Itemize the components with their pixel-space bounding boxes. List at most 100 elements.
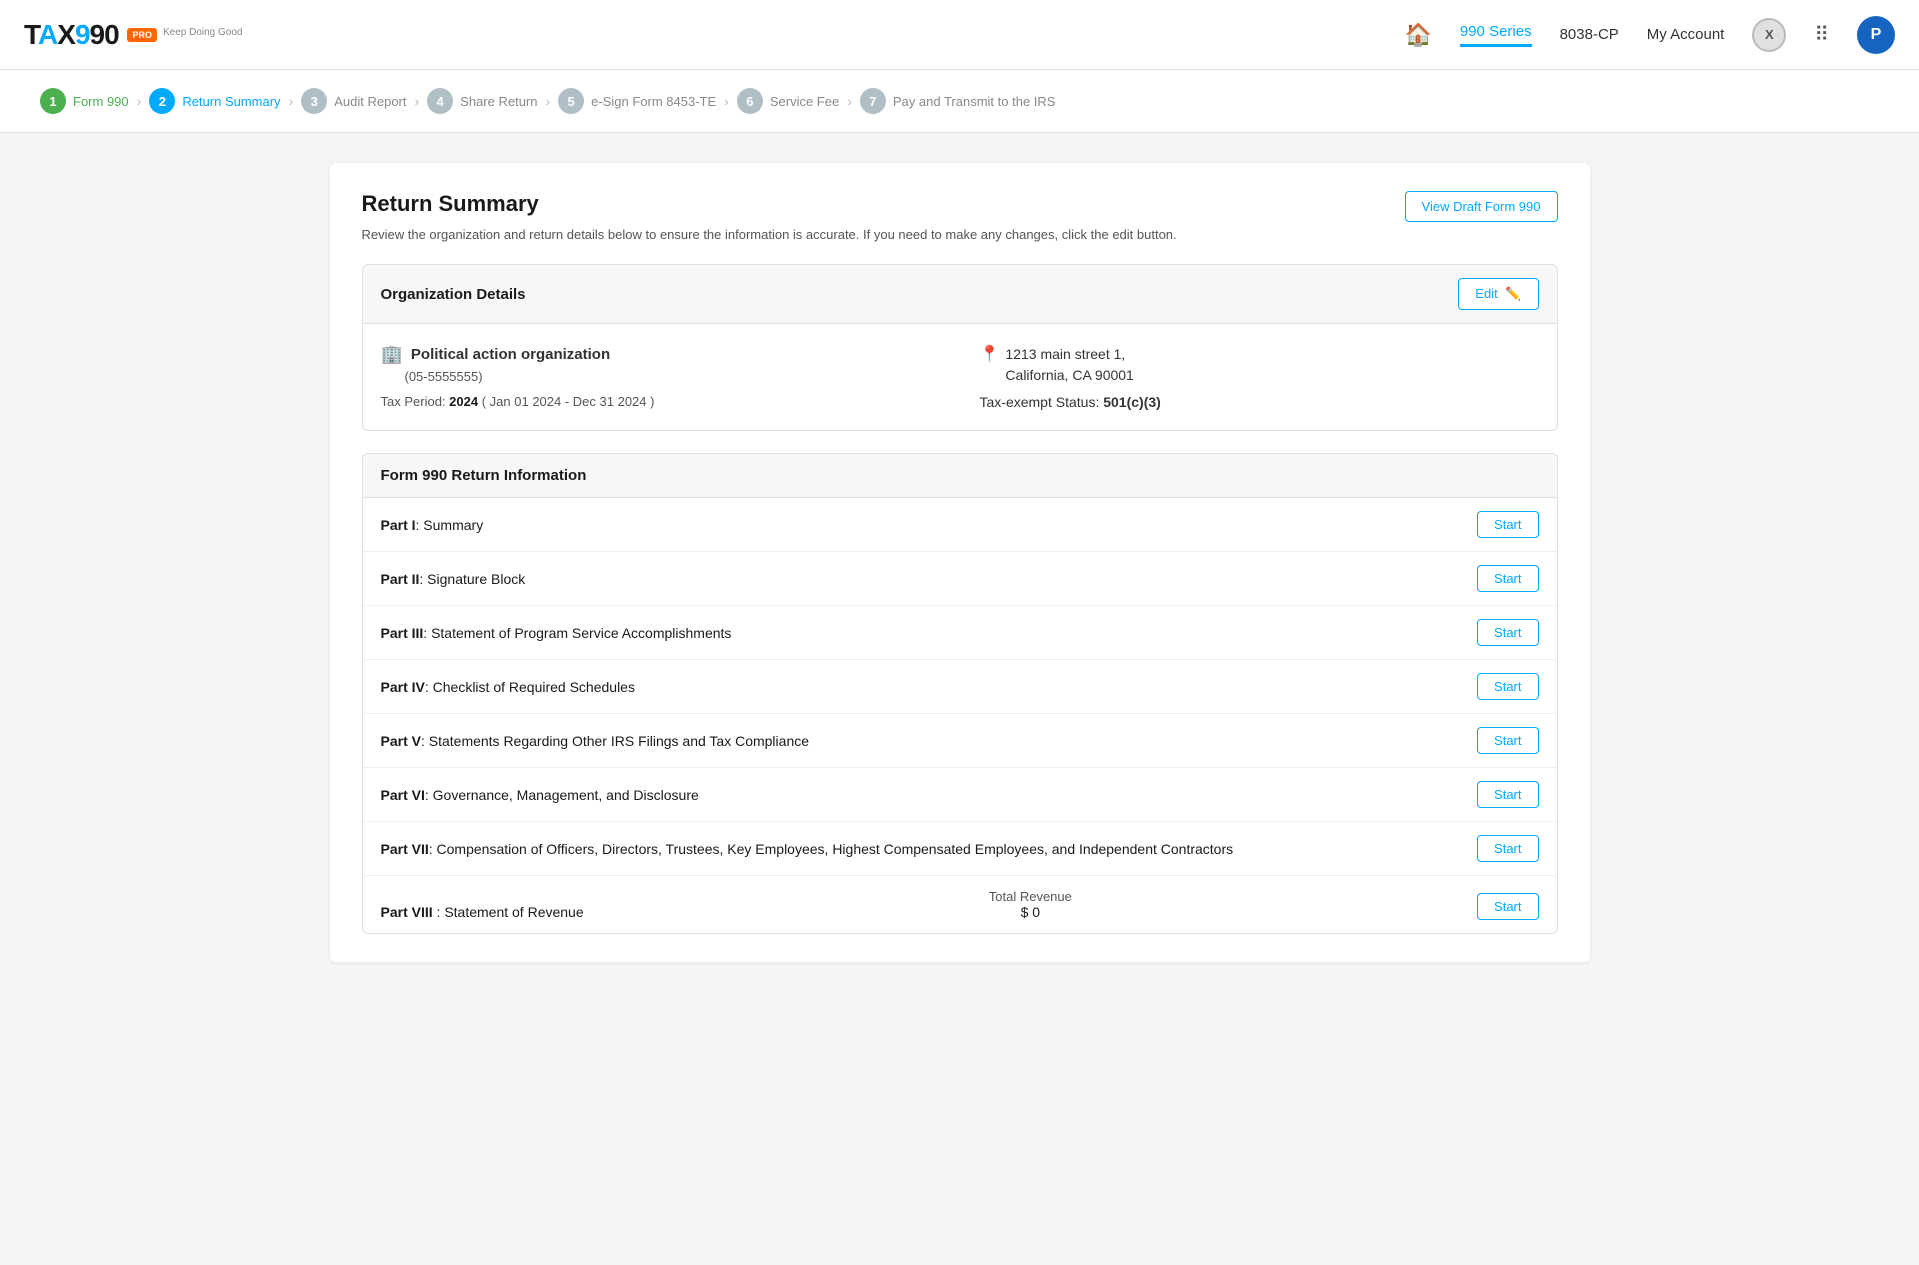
step-item-4[interactable]: 4 Share Return bbox=[427, 88, 537, 114]
step-label-2: Return Summary bbox=[182, 94, 280, 109]
grid-icon[interactable]: ⠿ bbox=[1814, 22, 1829, 47]
form990-section: Form 990 Return Information Part I: Summ… bbox=[362, 453, 1558, 934]
step-item-1[interactable]: 1 Form 990 bbox=[40, 88, 129, 114]
org-name: 🏢 Political action organization bbox=[381, 344, 940, 365]
part-row-part-ii: Part II: Signature Block Start bbox=[363, 552, 1557, 606]
part-viii-left: Part VIII : Statement of Revenue bbox=[381, 904, 584, 920]
step-circle-6: 6 bbox=[737, 88, 763, 114]
org-left: 🏢 Political action organization (05-5555… bbox=[381, 344, 940, 410]
step-label-6: Service Fee bbox=[770, 94, 839, 109]
org-address-line1: 1213 main street 1, bbox=[1005, 344, 1133, 365]
part-row-part-vi: Part VI: Governance, Management, and Dis… bbox=[363, 768, 1557, 822]
part-viii-label: Part VIII : Statement of Revenue bbox=[381, 904, 584, 920]
org-row: 🏢 Political action organization (05-5555… bbox=[381, 344, 1539, 410]
part-row-part-iv: Part IV: Checklist of Required Schedules… bbox=[363, 660, 1557, 714]
title-row: Return Summary Review the organization a… bbox=[362, 191, 1558, 242]
part-label-part-i: Part I: Summary bbox=[381, 517, 484, 533]
step-arrow-2: › bbox=[289, 93, 294, 109]
part-vii-start-button[interactable]: Start bbox=[1477, 835, 1538, 862]
edit-label: Edit bbox=[1475, 286, 1497, 301]
stepper-bar: 1 Form 990 › 2 Return Summary › 3 Audit Report ›… bbox=[0, 70, 1919, 133]
tax-status-label: Tax-exempt Status: bbox=[980, 394, 1100, 410]
part-viii-start-button[interactable]: Start bbox=[1477, 893, 1538, 920]
part-iii-start-button[interactable]: Start bbox=[1477, 619, 1538, 646]
step-label-3: Audit Report bbox=[334, 94, 406, 109]
step-circle-7: 7 bbox=[860, 88, 886, 114]
org-period: Tax Period: 2024 ( Jan 01 2024 - Dec 31 … bbox=[381, 394, 940, 409]
avatar[interactable]: P bbox=[1857, 16, 1895, 54]
tax-status-value: 501(c)(3) bbox=[1103, 394, 1161, 410]
org-address: 📍 1213 main street 1, California, CA 900… bbox=[980, 344, 1539, 386]
step-circle-1: 1 bbox=[40, 88, 66, 114]
step-label-5: e-Sign Form 8453-TE bbox=[591, 94, 716, 109]
step-item-6[interactable]: 6 Service Fee bbox=[737, 88, 839, 114]
home-icon[interactable]: 🏠 bbox=[1404, 22, 1431, 48]
period-year: 2024 bbox=[449, 394, 478, 409]
part-row-part-vii: Part VII: Compensation of Officers, Dire… bbox=[363, 822, 1557, 875]
org-name-text: Political action organization bbox=[411, 346, 610, 363]
part-viii-revenue: Total Revenue $ 0 bbox=[989, 889, 1072, 920]
part-label-part-vii: Part VII: Compensation of Officers, Dire… bbox=[381, 841, 1234, 857]
logo-text: TAX990 bbox=[24, 19, 125, 50]
part-label-part-ii: Part II: Signature Block bbox=[381, 571, 526, 587]
step-circle-4: 4 bbox=[427, 88, 453, 114]
part-label-part-iv: Part IV: Checklist of Required Schedules bbox=[381, 679, 635, 695]
revenue-amount: $ 0 bbox=[1021, 904, 1040, 920]
step-arrow-3: › bbox=[415, 93, 420, 109]
part-row-part-i: Part I: Summary Start bbox=[363, 498, 1557, 552]
form990-section-header: Form 990 Return Information bbox=[363, 454, 1557, 498]
part-row-part-v: Part V: Statements Regarding Other IRS F… bbox=[363, 714, 1557, 768]
stepper: 1 Form 990 › 2 Return Summary › 3 Audit Report ›… bbox=[40, 88, 1879, 114]
part-viii-row: Part VIII : Statement of Revenue Total R… bbox=[363, 875, 1557, 933]
revenue-label: Total Revenue bbox=[989, 889, 1072, 904]
org-address-line2: California, CA 90001 bbox=[1005, 365, 1133, 386]
header-nav: 🏠 990 Series 8038-CP My Account X ⠿ P bbox=[1404, 16, 1895, 54]
form-8038-link[interactable]: 8038-CP bbox=[1560, 26, 1619, 43]
step-arrow-5: › bbox=[724, 93, 729, 109]
org-details-section: Organization Details Edit ✏️ 🏢 Political… bbox=[362, 264, 1558, 431]
part-row-part-iii: Part III: Statement of Program Service A… bbox=[363, 606, 1557, 660]
part-viii-name: Statement of Revenue bbox=[444, 904, 583, 920]
step-arrow-6: › bbox=[847, 93, 852, 109]
period-paren: ( bbox=[482, 394, 490, 409]
main-card: Return Summary Review the organization a… bbox=[330, 163, 1590, 962]
title-text-area: Return Summary Review the organization a… bbox=[362, 191, 1177, 242]
part-vi-start-button[interactable]: Start bbox=[1477, 781, 1538, 808]
period-range: Jan 01 2024 - Dec 31 2024 bbox=[490, 394, 647, 409]
step-circle-2: 2 bbox=[149, 88, 175, 114]
period-label: Tax Period: bbox=[381, 394, 446, 409]
header: TAX990 PRO Keep Doing Good 🏠 990 Series … bbox=[0, 0, 1919, 70]
page-title: Return Summary bbox=[362, 191, 1177, 217]
step-circle-5: 5 bbox=[558, 88, 584, 114]
part-v-start-button[interactable]: Start bbox=[1477, 727, 1538, 754]
org-tax-status: Tax-exempt Status: 501(c)(3) bbox=[980, 394, 1539, 410]
step-circle-3: 3 bbox=[301, 88, 327, 114]
part-ii-start-button[interactable]: Start bbox=[1477, 565, 1538, 592]
part-viii-bold: Part VIII bbox=[381, 904, 433, 920]
step-item-3[interactable]: 3 Audit Report bbox=[301, 88, 406, 114]
org-section-title: Organization Details bbox=[381, 286, 526, 303]
step-label-4: Share Return bbox=[460, 94, 537, 109]
step-label-7: Pay and Transmit to the IRS bbox=[893, 94, 1056, 109]
step-label-1: Form 990 bbox=[73, 94, 129, 109]
part-i-start-button[interactable]: Start bbox=[1477, 511, 1538, 538]
step-item-7[interactable]: 7 Pay and Transmit to the IRS bbox=[860, 88, 1056, 114]
page-subtitle: Review the organization and return detai… bbox=[362, 227, 1177, 242]
step-item-5[interactable]: 5 e-Sign Form 8453-TE bbox=[558, 88, 716, 114]
step-arrow-4: › bbox=[546, 93, 551, 109]
view-draft-button[interactable]: View Draft Form 990 bbox=[1405, 191, 1558, 222]
edit-icon: ✏️ bbox=[1505, 286, 1521, 301]
part-label-part-iii: Part III: Statement of Program Service A… bbox=[381, 625, 732, 641]
series-link[interactable]: 990 Series bbox=[1460, 23, 1532, 47]
x-button[interactable]: X bbox=[1752, 18, 1786, 52]
form990-section-title: Form 990 Return Information bbox=[381, 467, 587, 484]
period-close: ) bbox=[650, 394, 654, 409]
part-label-part-vi: Part VI: Governance, Management, and Dis… bbox=[381, 787, 699, 803]
edit-button[interactable]: Edit ✏️ bbox=[1458, 278, 1538, 310]
my-account-link[interactable]: My Account bbox=[1647, 26, 1725, 43]
part-iv-start-button[interactable]: Start bbox=[1477, 673, 1538, 700]
step-item-2[interactable]: 2 Return Summary bbox=[149, 88, 280, 114]
step-arrow-1: › bbox=[137, 93, 142, 109]
org-section-body: 🏢 Political action organization (05-5555… bbox=[363, 324, 1557, 430]
org-section-header: Organization Details Edit ✏️ bbox=[363, 265, 1557, 324]
